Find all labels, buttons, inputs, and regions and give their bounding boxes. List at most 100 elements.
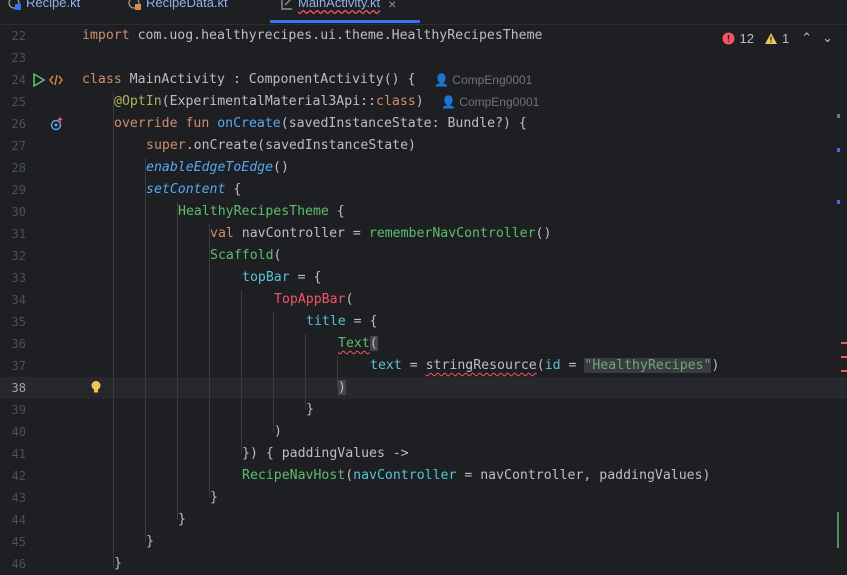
code-token: stringResource [425, 358, 537, 373]
editor-tab-bar: Recipe.kt RecipeData.kt MainActivity.kt … [0, 0, 847, 25]
line-number: 39 [11, 403, 26, 417]
code-token: ( [345, 292, 354, 307]
kotlin-file-icon [8, 0, 21, 10]
error-marker [841, 356, 847, 358]
tab-label: RecipeData.kt [146, 0, 228, 10]
author-hint[interactable]: 👤 CompEng0001 [441, 91, 539, 113]
error-marker [841, 370, 847, 372]
code-line[interactable]: import com.uog.healthyrecipes.ui.theme.H… [82, 25, 543, 47]
indent-guide [145, 158, 146, 542]
indent-guide [241, 290, 242, 454]
code-line[interactable]: } [210, 487, 218, 509]
code-line[interactable]: topBar = { [242, 267, 321, 289]
code-token: () [273, 160, 289, 175]
code-token: ( [273, 248, 282, 263]
code-token: = navController, paddingValues) [456, 468, 711, 483]
code-token: (savedInstanceState: Bundle?) { [280, 116, 527, 131]
code-line[interactable]: override fun onCreate(savedInstanceState… [114, 113, 527, 135]
code-token: "HealthyRecipes" [584, 358, 712, 373]
kotlin-file-icon [128, 0, 141, 10]
chevron-down-icon[interactable]: ⌄ [822, 30, 833, 46]
kotlin-file-icon [281, 0, 292, 10]
code-line[interactable]: } [114, 553, 122, 575]
author-name: CompEng0001 [459, 95, 540, 109]
line-number: 25 [11, 95, 26, 109]
code-line[interactable]: title = { [306, 311, 377, 333]
line-number: 22 [11, 29, 26, 43]
line-number: 41 [11, 447, 26, 461]
override-gutter-icon[interactable] [50, 117, 64, 131]
code-line[interactable]: Scaffold( [210, 245, 281, 267]
warning-count: 1 [781, 30, 790, 46]
code-token: ) [711, 358, 720, 373]
line-number: 34 [11, 293, 26, 307]
chevron-up-icon[interactable]: ⌃ [801, 30, 812, 46]
code-line[interactable]: RecipeNavHost(navController = navControl… [242, 465, 710, 487]
run-gutter-icon[interactable] [32, 73, 46, 87]
code-line[interactable]: val navController = rememberNavControlle… [210, 223, 551, 245]
code-line[interactable]: } [306, 399, 314, 421]
code-token: .onCreate(savedInstanceState) [185, 138, 416, 153]
code-line[interactable]: enableEdgeToEdge() [146, 157, 289, 179]
author-hint[interactable]: 👤 CompEng0001 [434, 69, 532, 91]
code-token: navController = [241, 226, 369, 241]
code-line[interactable]: text = stringResource(id = "HealthyRecip… [370, 355, 719, 377]
lightbulb-icon[interactable] [89, 380, 103, 394]
tab-label: Recipe.kt [26, 0, 81, 10]
line-number: 38 [11, 381, 26, 395]
code-token: ) [338, 380, 346, 395]
code-token: }) { paddingValues -> [242, 446, 409, 461]
code-token: (ExperimentalMaterial3Api:: [161, 94, 377, 109]
code-token: MainActivity : ComponentActivity() { [129, 72, 416, 87]
error-icon [722, 32, 735, 44]
tab-label: MainActivity.kt [298, 0, 381, 10]
code-token: Text [338, 336, 370, 351]
code-token: () [535, 226, 552, 241]
code-token: override fun [114, 116, 218, 131]
line-number: 31 [11, 227, 26, 241]
code-token: text [370, 358, 402, 373]
code-token: = [401, 358, 426, 373]
code-token: rememberNavController [368, 226, 536, 241]
tab-recipedata[interactable]: RecipeData.kt [128, 0, 228, 24]
code-line[interactable]: TopAppBar( [274, 289, 353, 311]
line-number: 28 [11, 161, 26, 175]
code-line[interactable]: ) [338, 377, 346, 399]
code-line[interactable]: super.onCreate(savedInstanceState) [146, 135, 416, 157]
code-token: super [146, 138, 186, 153]
code-token: ( [536, 358, 545, 373]
line-number: 23 [11, 51, 26, 65]
code-line[interactable]: Text( [338, 333, 378, 355]
code-token: = { [345, 314, 378, 329]
scroll-marker [837, 200, 840, 204]
code-token: val [210, 226, 242, 241]
code-line[interactable]: ) [274, 421, 282, 443]
code-token: class [376, 94, 416, 109]
tab-recipe[interactable]: Recipe.kt [8, 0, 80, 24]
code-token: = { [289, 270, 322, 285]
code-line[interactable]: HealthyRecipesTheme { [178, 201, 345, 223]
code-line[interactable]: setContent { [146, 179, 241, 201]
code-line[interactable]: }) { paddingValues -> [242, 443, 409, 465]
indent-guide [273, 312, 274, 432]
line-number: 42 [11, 469, 26, 483]
inspection-widget[interactable]: 12 1 ⌃ ⌄ [722, 28, 833, 48]
code-token: navController [353, 468, 457, 483]
code-token: } [306, 402, 314, 417]
code-line[interactable]: } [146, 531, 154, 553]
code-token: RecipeNavHost [242, 468, 346, 483]
line-number: 35 [11, 315, 26, 329]
code-token: import [82, 28, 138, 43]
line-number: 44 [11, 513, 26, 527]
line-number: 37 [11, 359, 26, 373]
code-tag-icon[interactable] [49, 73, 63, 87]
line-number: 32 [11, 249, 26, 263]
code-line[interactable]: } [178, 509, 186, 531]
close-icon[interactable]: × [388, 0, 396, 12]
code-token: ) [415, 94, 424, 109]
code-token: { [225, 182, 242, 197]
code-line[interactable]: @OptIn(ExperimentalMaterial3Api::class) [114, 91, 424, 113]
warning-icon [764, 32, 777, 44]
line-number: 43 [11, 491, 26, 505]
code-line[interactable]: class MainActivity : ComponentActivity()… [82, 69, 415, 91]
